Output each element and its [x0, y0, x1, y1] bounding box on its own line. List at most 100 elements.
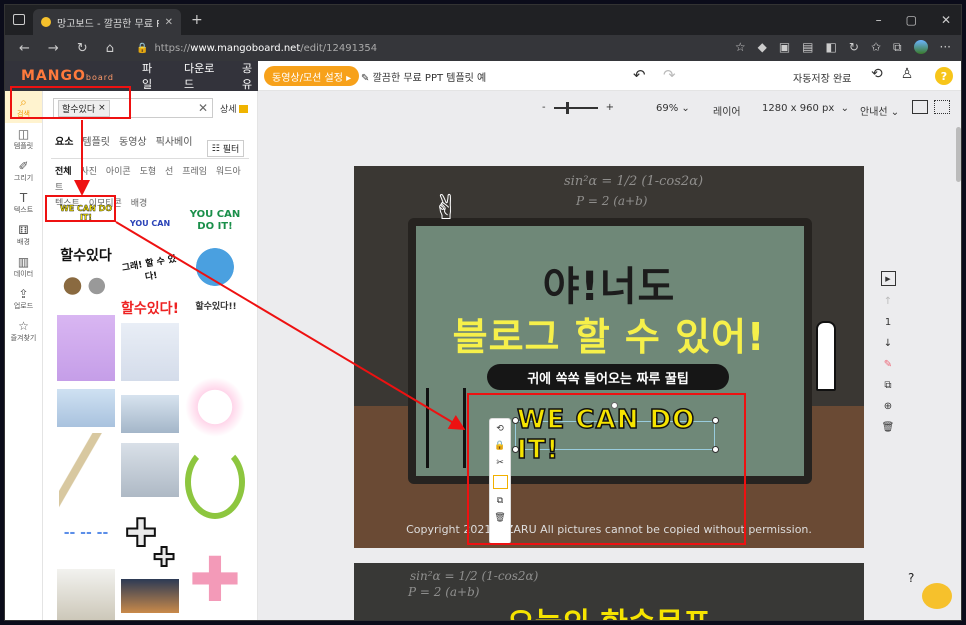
subtab-shape[interactable]: 도형	[140, 167, 157, 177]
result-thumb[interactable]: WE CAN DO IT!	[57, 203, 115, 223]
zoom-in-button[interactable]: +	[606, 102, 614, 113]
zoom-level-select[interactable]: 69% ⌄	[656, 103, 690, 114]
cut-icon[interactable]: ✂	[496, 458, 504, 468]
zoom-slider-handle[interactable]	[565, 101, 569, 114]
extension-icon[interactable]: ◆	[758, 40, 767, 55]
result-thumb-photo[interactable]	[121, 579, 179, 613]
slide-title-line1[interactable]: 야!너도	[354, 254, 864, 312]
help-button[interactable]: ?	[935, 67, 953, 85]
tab-pixabay[interactable]: 픽사베이	[156, 133, 193, 148]
result-thumb-photo[interactable]	[57, 389, 115, 427]
more-icon[interactable]: ···	[940, 40, 951, 55]
result-thumb[interactable]: 할수있다!	[121, 295, 179, 321]
mango-mascot-icon[interactable]	[922, 583, 952, 609]
result-thumb-photo[interactable]	[121, 323, 179, 381]
tab-videos[interactable]: 동영상	[119, 133, 147, 148]
tab-actions-icon[interactable]	[13, 14, 25, 25]
result-thumb-pink-cross[interactable]: ✚	[185, 549, 245, 609]
resize-handle[interactable]	[512, 446, 519, 453]
slide-canvas-next[interactable]: sin²α = 1/2 (1-cos2α) P = 2 (a+b) 오늘의 한숨…	[354, 563, 864, 620]
mangoboard-logo[interactable]: MANGOboard	[21, 68, 114, 84]
rail-draw[interactable]: ✐ 그리기	[5, 155, 42, 187]
result-thumb[interactable]: 그래! 할 수 있다!	[118, 246, 181, 292]
zoom-slider[interactable]	[553, 101, 598, 114]
zoom-out-button[interactable]: -	[542, 102, 546, 113]
single-view-icon[interactable]	[912, 100, 928, 114]
subtab-icon[interactable]: 아이콘	[106, 167, 131, 177]
rail-background[interactable]: ⚅ 배경	[5, 219, 42, 251]
rail-text[interactable]: T 텍스트	[5, 187, 42, 219]
result-thumb[interactable]: 할수있다	[57, 241, 115, 269]
search-chip[interactable]: 할수있다 ×	[58, 99, 110, 117]
lock-element-icon[interactable]: 🔒	[494, 441, 505, 451]
undo-icon[interactable]: ↶	[633, 66, 646, 84]
result-thumb-photo[interactable]	[185, 377, 245, 437]
duplicate-icon[interactable]: ⧉	[497, 496, 503, 506]
extension-icon[interactable]: ▣	[779, 40, 790, 55]
result-thumb-photo[interactable]	[121, 395, 179, 433]
tab-templates[interactable]: 템플릿	[82, 133, 110, 148]
rail-data[interactable]: ▥ 데이터	[5, 251, 42, 283]
tab-elements[interactable]: 요소	[55, 133, 73, 148]
resize-handle[interactable]	[712, 446, 719, 453]
forward-icon[interactable]: →	[48, 41, 59, 56]
refresh-icon[interactable]: ↻	[849, 40, 859, 55]
result-thumb[interactable]: YOU CAN DO IT!	[185, 203, 245, 239]
collections-icon[interactable]: ⧉	[893, 40, 902, 55]
menu-file[interactable]: 파일	[142, 60, 158, 92]
menu-download[interactable]: 다운로드	[184, 60, 216, 92]
slide-subtitle[interactable]: 귀에 쏙쏙 들어오는 짜루 꿀팁	[487, 364, 729, 390]
subtab-photo[interactable]: 사진	[80, 167, 97, 177]
search-input[interactable]: 할수있다 × ✕	[53, 98, 213, 118]
chip-remove-icon[interactable]: ×	[98, 103, 106, 113]
profile-avatar[interactable]	[913, 40, 928, 54]
play-icon[interactable]: ▶	[880, 271, 896, 286]
next-slide-title[interactable]: 오늘의 한숨목표	[354, 599, 864, 620]
maximize-icon[interactable]: ▢	[906, 13, 917, 27]
url-field[interactable]: 🔒 https://www.mangoboard.net/edit/124913…	[136, 43, 377, 54]
subtab-all[interactable]: 전체	[55, 167, 72, 177]
canvas-size-select[interactable]: 1280 x 960 px ⌄	[762, 103, 849, 114]
result-thumb-photo[interactable]	[121, 443, 179, 497]
result-thumb[interactable]: 할수있다!!	[191, 299, 241, 355]
motion-settings-button[interactable]: 동영상/모션 설정 ▸	[264, 66, 360, 86]
result-thumb-characters[interactable]	[59, 273, 113, 299]
user-icon[interactable]: ♙	[901, 66, 914, 82]
help-question-icon[interactable]: ?	[908, 571, 914, 585]
bookmark-star-icon[interactable]: ☆	[735, 40, 746, 55]
result-thumb[interactable]: YOU CAN	[121, 203, 179, 243]
tab-close-icon[interactable]: ✕	[165, 17, 173, 28]
guide-select[interactable]: 안내선 ⌄	[860, 103, 899, 118]
delete-icon[interactable]: 🗑	[494, 513, 505, 523]
browser-tab[interactable]: 망고보드 - 깔끔한 무료 PPT 템플 ✕	[33, 9, 181, 35]
rail-template[interactable]: ◫ 템플릿	[5, 123, 42, 155]
subtab-frame[interactable]: 프레임	[182, 167, 207, 177]
result-thumb-globe[interactable]	[189, 245, 241, 289]
result-thumb-laurel-green[interactable]	[185, 445, 245, 519]
resize-handle[interactable]	[712, 417, 719, 424]
subtab-line[interactable]: 선	[165, 167, 173, 177]
editor-scrollbar[interactable]	[956, 127, 961, 182]
selected-wordart[interactable]: WE CAN DO IT!	[516, 404, 717, 466]
result-thumb-photo[interactable]	[57, 569, 115, 620]
layer-button[interactable]: 레이어	[713, 103, 741, 118]
result-thumb-cross[interactable]: ✚	[149, 543, 179, 573]
history-icon[interactable]: ⟲	[871, 66, 883, 82]
add-page-icon[interactable]: ⊕	[884, 401, 892, 412]
page-down-icon[interactable]: ↓	[884, 338, 892, 349]
rail-search[interactable]: ⌕ 검색	[5, 91, 42, 123]
delete-page-icon[interactable]: 🗑	[882, 422, 895, 433]
result-thumb-photo[interactable]	[57, 315, 115, 381]
minimize-icon[interactable]: –	[876, 13, 882, 27]
redo-icon[interactable]: ↷	[663, 66, 676, 84]
document-title[interactable]: ✎ 깔끔한 무료 PPT 템플릿 예	[361, 69, 486, 84]
resize-handle[interactable]	[512, 417, 519, 424]
reload-icon[interactable]: ↻	[77, 41, 88, 56]
rotate-handle[interactable]	[611, 402, 618, 409]
filter-button[interactable]: ☷ 필터	[207, 140, 244, 157]
result-thumb-laurel[interactable]	[59, 433, 107, 513]
detail-search-button[interactable]: 상세	[220, 102, 248, 115]
extension-icon[interactable]: ▤	[802, 40, 813, 55]
back-icon[interactable]: ←	[19, 41, 30, 56]
menu-share[interactable]: 공유	[242, 60, 258, 92]
